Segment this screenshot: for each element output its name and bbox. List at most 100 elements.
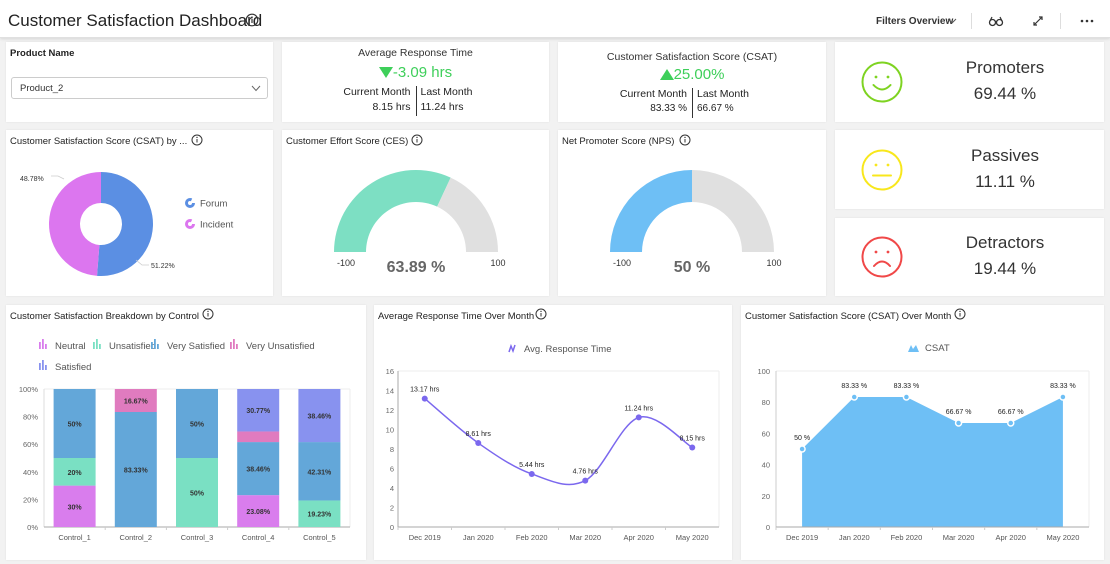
dashboard-header: Customer Satisfaction Dashboard Filters … [0, 0, 1110, 38]
y-tick-label: 10 [386, 426, 394, 435]
y-tick-label: 80 [762, 398, 770, 407]
y-tick-label: 14 [386, 387, 394, 396]
ces-card: Customer Effort Score (CES) -100 100 63.89… [282, 130, 549, 296]
segment-label: Passives [970, 146, 1040, 165]
data-point [954, 419, 963, 427]
legend-label: Forum [200, 199, 228, 210]
data-point [475, 440, 482, 447]
arrow-up-icon [659, 69, 674, 80]
legend-bar-icon [99, 344, 101, 349]
y-tick-label: 100% [19, 385, 39, 394]
y-tick-label: 8 [390, 445, 394, 454]
legend-area-icon [908, 345, 919, 352]
legend-bar-icon [39, 363, 41, 370]
x-tick-label: Jan 2020 [839, 533, 870, 542]
chevron-down-icon[interactable] [947, 17, 957, 25]
legend-bar-icon [154, 339, 156, 349]
bar-data-label: 30.77% [246, 408, 271, 415]
gauge-track-arc [692, 170, 774, 252]
data-label: 66.67 % [946, 409, 972, 416]
segment-value: 11.11 % [975, 172, 1035, 191]
more-icon[interactable] [1079, 14, 1095, 28]
x-tick-label: Control_3 [181, 533, 214, 542]
x-tick-label: Feb 2020 [516, 533, 548, 542]
gauge-max-label: 100 [766, 258, 781, 268]
breakdown-card: Customer Satisfaction Breakdown by Contr… [6, 305, 366, 560]
data-point [1059, 393, 1067, 401]
ces-gauge: -100 100 63.89 % [334, 170, 506, 276]
kpi-change-value: 25.00% [673, 66, 725, 83]
data-point [582, 477, 589, 484]
legend-label: Avg. Response Time [524, 344, 611, 355]
legend-bar-icon [230, 342, 232, 349]
bar-data-label: 38.46% [308, 414, 333, 421]
gauge-min-label: -100 [613, 258, 631, 268]
legend-bar-icon [93, 342, 95, 349]
x-tick-label: Control_1 [58, 533, 91, 542]
last-month-label: Last Month [420, 86, 473, 98]
segment-value: 19.44 % [973, 259, 1037, 278]
data-point [421, 395, 428, 402]
legend-bar-icon [233, 339, 235, 349]
legend-bar-icon [39, 342, 41, 349]
kpi-change: 25.00% [558, 66, 826, 83]
data-point [689, 444, 696, 451]
legend-bar-icon [45, 365, 47, 370]
product-filter-card: Product Name Product_2 [6, 42, 273, 122]
nps-card: Net Promoter Score (NPS) -100 100 50 % [558, 130, 826, 296]
csat-over-month-card: Customer Satisfaction Score (CSAT) Over … [741, 305, 1104, 560]
data-label: 8.61 hrs [466, 431, 492, 438]
data-point [528, 470, 535, 477]
x-tick-label: Dec 2019 [786, 533, 818, 542]
slice-label: 48.78% [20, 176, 44, 183]
legend-bar-icon [42, 339, 44, 349]
area-chart: CSAT 0 20 40 60 80 100 50 % 83.33 % 83.33 % 66.67 … [757, 343, 1090, 542]
legend-bar-icon [236, 344, 238, 349]
chevron-down-icon [251, 85, 261, 92]
x-tick-label: Jan 2020 [463, 533, 494, 542]
y-tick-label: 60% [23, 440, 38, 449]
legend-label: Unsatisfied [109, 341, 156, 352]
data-label: 66.67 % [998, 409, 1024, 416]
arrow-down-icon [378, 67, 393, 78]
legend-bar-icon [45, 344, 47, 349]
x-tick-label: Control_2 [120, 533, 153, 542]
y-tick-label: 16 [386, 367, 394, 376]
x-tick-label: Feb 2020 [891, 533, 923, 542]
data-point [850, 393, 858, 401]
frown-face-icon [861, 236, 903, 278]
expand-icon[interactable] [1030, 14, 1046, 28]
product-select[interactable]: Product_2 [11, 77, 268, 99]
donut-chart: 51.22% 48.78% Forum Incident [20, 172, 234, 276]
gauge-min-label: -100 [337, 258, 355, 268]
bar-data-label: 23.08% [246, 509, 271, 516]
page-title: Customer Satisfaction Dashboard [8, 11, 263, 30]
info-icon[interactable] [245, 13, 259, 27]
legend-label: Very Satisfied [167, 341, 225, 352]
y-tick-label: 0% [27, 523, 38, 532]
divider [1060, 13, 1061, 29]
x-tick-label: Control_5 [303, 533, 336, 542]
slice-label: 51.22% [151, 263, 175, 270]
bar-data-label: 38.46% [246, 467, 271, 474]
bar-segment [237, 431, 280, 443]
data-label: 13.17 hrs [410, 387, 440, 394]
glasses-icon[interactable] [988, 14, 1004, 28]
kpi-title: Average Response Time [358, 47, 473, 59]
x-tick-label: Dec 2019 [409, 533, 441, 542]
legend-label: CSAT [925, 343, 950, 354]
y-tick-label: 20% [23, 495, 38, 504]
data-point [798, 445, 806, 453]
gauge-max-label: 100 [490, 258, 505, 268]
leader-line [51, 175, 65, 180]
y-tick-label: 40% [23, 468, 38, 477]
bar-data-label: 30% [68, 504, 83, 511]
line-chart: Avg. Response Time 0 2 4 6 8 10 12 14 16 13.17 hrs… [386, 343, 720, 542]
filters-overview-button[interactable]: Filters Overview [876, 16, 953, 27]
y-tick-label: 100 [757, 367, 770, 376]
legend-bar-icon [96, 339, 98, 349]
data-label: 83.33 % [841, 383, 867, 390]
avg-response-kpi-card: Average Response Time -3.09 hrs Current … [282, 42, 549, 122]
bar-data-label: 50% [68, 422, 83, 429]
kpi-change-value: -3.09 hrs [392, 64, 453, 81]
